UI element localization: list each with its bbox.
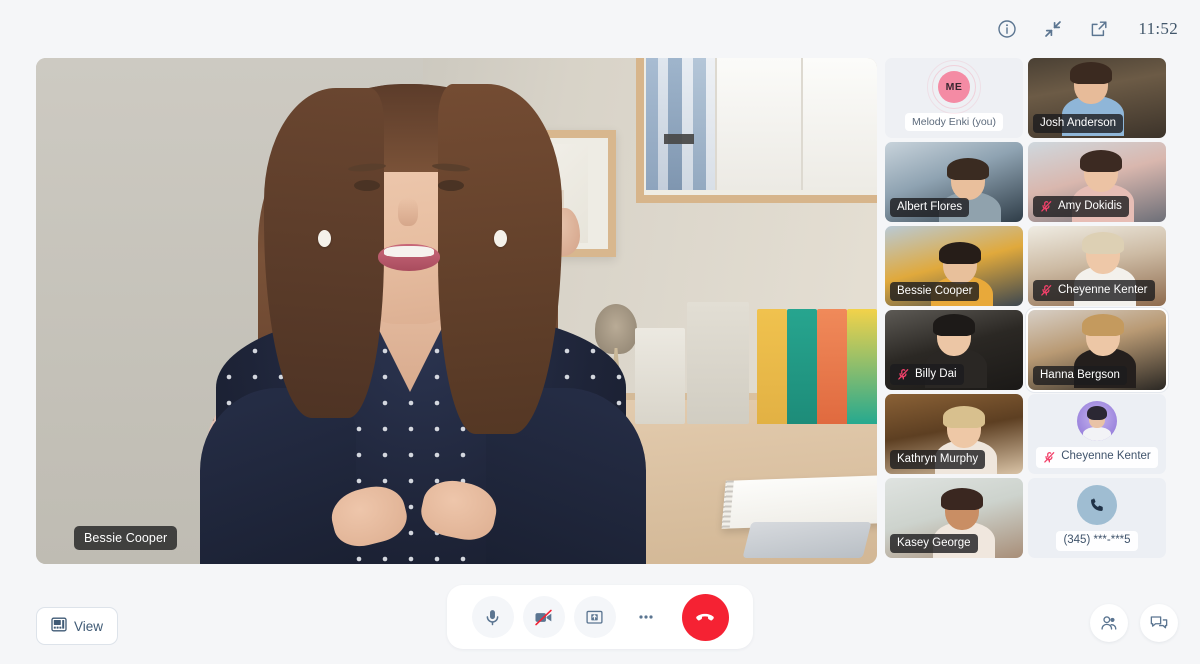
participant-name: Kasey George (897, 536, 971, 549)
participant-tile[interactable]: Kasey George (885, 478, 1023, 558)
magazine-file (687, 302, 749, 424)
notebook (721, 475, 877, 529)
more-options-button[interactable] (625, 596, 667, 638)
participant-label: Billy Dai (890, 364, 964, 385)
microphone-button[interactable] (471, 596, 514, 638)
stage-speaker-label: Bessie Cooper (74, 526, 178, 550)
participant-tile[interactable]: Billy Dai (885, 310, 1023, 390)
participant-label: (345) ***-***5 (1056, 531, 1138, 551)
layout-grid-icon (51, 617, 67, 635)
participant-tile[interactable]: Albert Flores (885, 142, 1023, 222)
participant-tile-self[interactable]: ME Melody Enki (you) (885, 58, 1023, 138)
hangup-button[interactable] (681, 593, 729, 641)
video-call-app: 11:52 Bessie Cooper ME Melody Enki (you)… (0, 0, 1200, 664)
participant-label: Josh Anderson (1033, 113, 1124, 133)
eye-right (438, 180, 464, 191)
participant-tile-avatar[interactable]: Cheyenne Kenter (1028, 394, 1166, 474)
participant-name: Cheyenne Kenter (1061, 450, 1151, 463)
participant-name: Melody Enki (you) (904, 112, 1004, 131)
participant-label: Cheyenne Kenter (1036, 446, 1158, 468)
earring-right (494, 230, 507, 247)
teeth (384, 246, 434, 257)
right-action-buttons (1090, 604, 1178, 642)
laptop (742, 522, 872, 558)
magazine-file-small (635, 328, 685, 424)
share-screen-button[interactable] (573, 596, 616, 638)
nose (398, 198, 418, 226)
participant-tile-phone[interactable]: (345) ***-***5 (1028, 478, 1166, 558)
avatar (1077, 400, 1117, 441)
chat-button[interactable] (1140, 604, 1178, 642)
participant-name: Billy Dai (915, 367, 957, 380)
info-circle-icon[interactable] (994, 16, 1020, 42)
participants-button[interactable] (1090, 604, 1128, 642)
participant-label: Cheyenne Kenter (1033, 280, 1155, 301)
view-button-label: View (74, 618, 104, 634)
participant-label: Amy Dokidis (1033, 196, 1129, 217)
video-frame (36, 58, 877, 564)
participant-tile[interactable]: Hanna Bergson (1028, 310, 1166, 390)
participant-name: Cheyenne Kenter (1058, 283, 1148, 296)
main-video-stage[interactable]: Bessie Cooper (36, 58, 877, 564)
call-controls-bar (447, 585, 753, 649)
participant-tile[interactable]: Cheyenne Kenter (1028, 226, 1166, 306)
participant-name: (345) ***-***5 (1063, 534, 1131, 547)
participant-name: Amy Dokidis (1058, 199, 1122, 212)
speaking-rings: ME (927, 59, 981, 114)
participant-name: Albert Flores (897, 200, 963, 213)
participant-tile[interactable]: Josh Anderson (1028, 58, 1166, 138)
participant-tile[interactable]: Amy Dokidis (1028, 142, 1166, 222)
participant-name: Josh Anderson (1040, 116, 1117, 129)
hair-left (264, 88, 384, 418)
top-bar: 11:52 (0, 0, 1200, 58)
participant-label: Kasey George (890, 533, 978, 553)
participant-label: Hanna Bergson (1033, 365, 1127, 385)
binder-row (646, 58, 877, 190)
collapse-arrows-icon[interactable] (1040, 16, 1066, 42)
view-button[interactable]: View (36, 607, 119, 645)
book-stack (757, 309, 877, 424)
participant-rail[interactable]: ME Melody Enki (you) Josh Anderson Albert F… (885, 58, 1166, 564)
stage-speaker-name: Bessie Cooper (84, 531, 168, 545)
camera-button[interactable] (522, 596, 565, 638)
external-link-icon[interactable] (1086, 16, 1112, 42)
participant-label: Albert Flores (890, 197, 970, 217)
participant-name: Hanna Bergson (1040, 368, 1120, 381)
earring-left (318, 230, 331, 247)
participant-label: Bessie Cooper (890, 281, 980, 301)
participant-label: Kathryn Murphy (890, 449, 986, 469)
speaker-person (200, 58, 646, 564)
hair-right (438, 84, 562, 434)
participant-name: Bessie Cooper (897, 284, 973, 297)
participant-tile[interactable]: Kathryn Murphy (885, 394, 1023, 474)
self-initials: ME (938, 70, 970, 103)
participant-name: Kathryn Murphy (897, 452, 979, 465)
eye-left (354, 180, 380, 191)
clock: 11:52 (1138, 19, 1178, 38)
phone-icon (1077, 485, 1117, 526)
participant-tile[interactable]: Bessie Cooper (885, 226, 1023, 306)
